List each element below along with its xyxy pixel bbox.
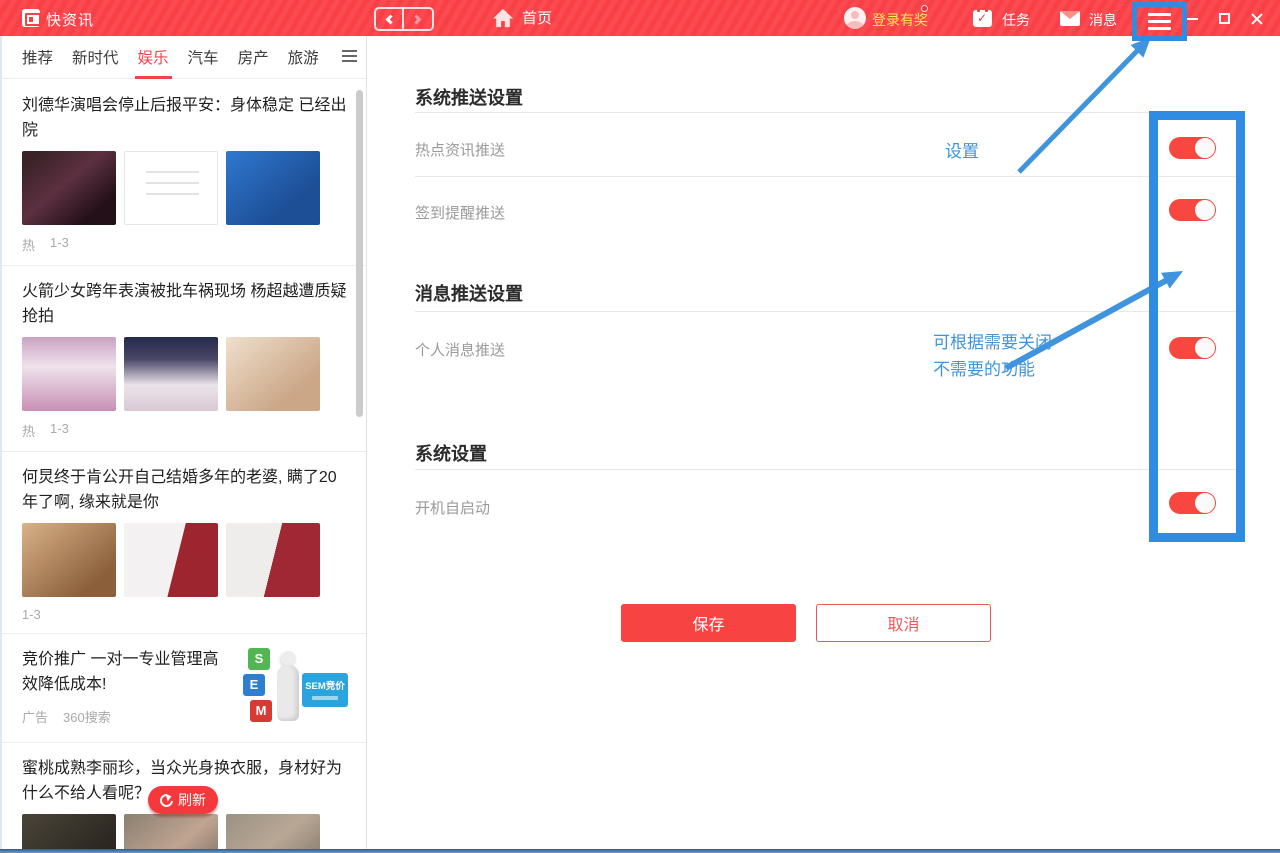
setting-label-hot-news-push: 热点资讯推送 [415,139,505,160]
article-title[interactable]: 火箭少女跨年表演被批车祸现场 杨超越遭质疑抢拍 [22,279,348,329]
divider [415,311,1245,312]
sem-label: SEM竞价 [302,673,348,707]
annotation-note-line1: 可根据需要关闭 [933,329,1052,356]
toggle-auto-start[interactable] [1169,492,1215,514]
divider [415,469,1245,470]
setting-label-checkin-reminder-push: 签到提醒推送 [415,202,505,223]
annotation-note: 可根据需要关闭 不需要的功能 [933,329,1052,383]
list-item: 刘德华演唱会停止后报平安：身体稳定 已经出院 热 1-3 [2,80,366,266]
news-feed: 刘德华演唱会停止后报平安：身体稳定 已经出院 热 1-3 火箭少女跨年表演被批车祸… [2,80,366,849]
home-icon [492,8,514,28]
maximize-button[interactable] [1219,13,1230,24]
article-thumbnail[interactable] [22,337,116,411]
ad-source: 360搜索 [63,707,111,726]
tab-travel[interactable]: 旅游 [288,46,319,68]
article-thumbnail[interactable] [124,151,218,225]
back-button[interactable] [376,9,404,29]
forward-icon [412,14,422,24]
messages-icon[interactable] [1060,11,1080,26]
tasks-button[interactable]: 任务 [1002,10,1030,30]
sidebar-divider [366,36,367,849]
article-thumbnail[interactable] [22,151,116,225]
article-thumbnail[interactable] [226,337,320,411]
article-thumbnail[interactable] [22,523,116,597]
back-icon [386,14,396,24]
toggle-personal-message-push[interactable] [1169,337,1215,359]
minimize-button[interactable] [1186,18,1198,20]
section-title-message-push: 消息推送设置 [415,280,523,306]
cancel-button[interactable]: 取消 [816,604,991,642]
article-thumbnail[interactable] [124,523,218,597]
article-thumbnail[interactable] [124,814,218,849]
toggle-hot-news-push[interactable] [1169,137,1215,159]
ad-image[interactable]: S E M SEM竞价 [240,647,348,731]
list-item: 火箭少女跨年表演被批车祸现场 杨超越遭质疑抢拍 热 1-3 [2,266,366,452]
home-button[interactable]: 首页 [492,7,552,28]
article-title[interactable]: 刘德华演唱会停止后报平安：身体稳定 已经出院 [22,93,348,143]
list-item: 竞价推广 一对一专业管理高效降低成本! 广告 360搜索 S E M SEM竞价 [2,634,366,743]
toggle-checkin-reminder-push[interactable] [1169,199,1215,221]
article-thumbnail[interactable] [226,523,320,597]
refresh-label: 刷新 [178,790,206,810]
tab-cars[interactable]: 汽车 [188,46,219,68]
ad-title[interactable]: 竞价推广 一对一专业管理高效降低成本! [22,647,234,697]
nav-history-group [374,7,434,31]
more-categories-icon[interactable] [342,50,357,65]
app-logo-icon [22,9,40,27]
save-button[interactable]: 保存 [621,604,796,642]
sidebar-scrollbar[interactable] [356,90,363,417]
annotation-settings-label: 设置 [945,137,979,162]
tasks-icon[interactable] [973,10,992,27]
setting-label-auto-start: 开机自启动 [415,497,490,518]
ad-tag: 广告 [22,707,48,726]
list-item: 何炅终于肯公开自己结婚多年的老婆, 瞒了20年了啊, 缘来就是你 1-3 [2,452,366,634]
hot-tag: 热 [22,235,35,254]
article-title[interactable]: 何炅终于肯公开自己结婚多年的老婆, 瞒了20年了啊, 缘来就是你 [22,465,348,515]
refresh-icon [160,794,173,807]
login-reward-button[interactable]: 登录有奖 [872,10,928,30]
user-avatar[interactable] [844,7,866,29]
forward-button[interactable] [404,9,432,29]
refresh-button[interactable]: 刷新 [148,786,218,814]
sem-block-s: S [248,648,270,670]
article-thumbnail[interactable] [22,814,116,849]
article-thumbnail[interactable] [124,337,218,411]
messages-button[interactable]: 消息 [1089,10,1117,30]
section-title-system-push: 系统推送设置 [415,84,523,110]
sem-block-e: E [243,674,265,696]
section-title-system: 系统设置 [415,440,487,466]
app-title: 快资讯 [46,9,94,30]
toggle-knob [1194,137,1216,159]
setting-label-personal-message-push: 个人消息推送 [415,339,505,360]
window-bottom-edge [0,849,1280,853]
sem-block-m: M [250,700,272,722]
hot-tag: 热 [22,421,35,440]
tab-realestate[interactable]: 房产 [238,46,269,68]
divider [415,176,1245,177]
toggle-knob [1194,337,1216,359]
toggle-knob [1194,492,1216,514]
article-thumbnail[interactable] [226,151,320,225]
home-label: 首页 [522,7,552,28]
main-menu-icon[interactable] [1148,13,1171,34]
tab-recommend[interactable]: 推荐 [22,46,53,68]
notification-badge [921,5,928,12]
image-count: 1-3 [50,421,69,440]
divider [415,112,1245,113]
tab-new-era[interactable]: 新时代 [72,46,119,68]
category-tabbar: 推荐 新时代 娱乐 汽车 房产 旅游 [2,36,366,79]
titlebar: 快资讯 首页 登录有奖 任务 消息 [0,0,1280,36]
image-count: 1-3 [50,235,69,254]
tab-entertainment[interactable]: 娱乐 [138,46,169,68]
annotation-note-line2: 不需要的功能 [933,356,1052,383]
mascot-figure [273,651,303,727]
article-thumbnail[interactable] [226,814,320,849]
toggle-knob [1194,199,1216,221]
app-window: 快资讯 首页 登录有奖 任务 消息 推荐 新时代 娱乐 汽车 房产 旅游 [0,0,1280,853]
image-count: 1-3 [22,607,41,622]
close-button[interactable] [1250,12,1264,26]
